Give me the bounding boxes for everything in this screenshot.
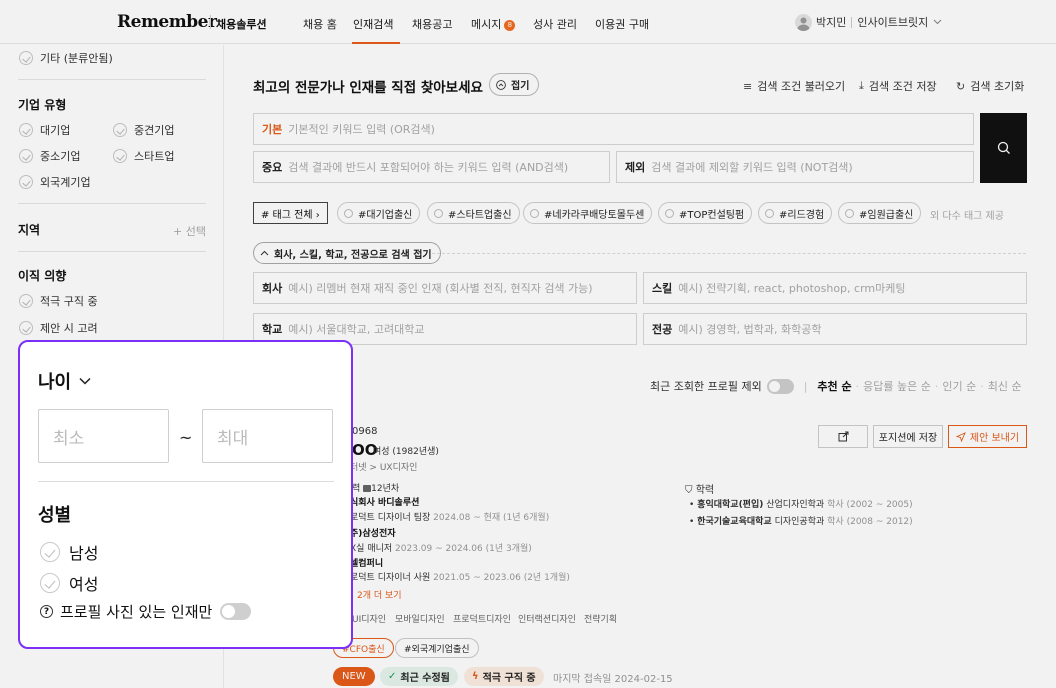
age-min-input[interactable]: 최소: [38, 409, 169, 463]
age-title-label: 나이: [38, 372, 72, 393]
photo-only-toggle[interactable]: [220, 603, 252, 620]
check-circle-icon: [40, 573, 60, 593]
age-gender-filter-popup: 나이 최소 ~ 최대 성별 남성 여성 ? 프로필 사진 있는 인재만: [18, 340, 353, 649]
range-tilde: ~: [179, 428, 193, 447]
check-circle-icon: [40, 542, 60, 562]
chevron-down-icon: [79, 377, 91, 385]
age-filter-title[interactable]: 나이: [38, 368, 91, 394]
gender-female-option[interactable]: 여성: [40, 571, 98, 595]
help-icon[interactable]: ?: [40, 605, 53, 618]
gender-label: 남성: [69, 544, 99, 563]
divider: [38, 481, 334, 482]
gender-male-option[interactable]: 남성: [40, 540, 98, 564]
gender-label: 여성: [69, 575, 99, 594]
age-max-input[interactable]: 최대: [202, 409, 333, 463]
gender-filter-title: 성별: [38, 505, 72, 526]
photo-only-row: ? 프로필 사진 있는 인재만: [40, 601, 252, 622]
photo-only-label: 프로필 사진 있는 인재만: [60, 603, 213, 621]
